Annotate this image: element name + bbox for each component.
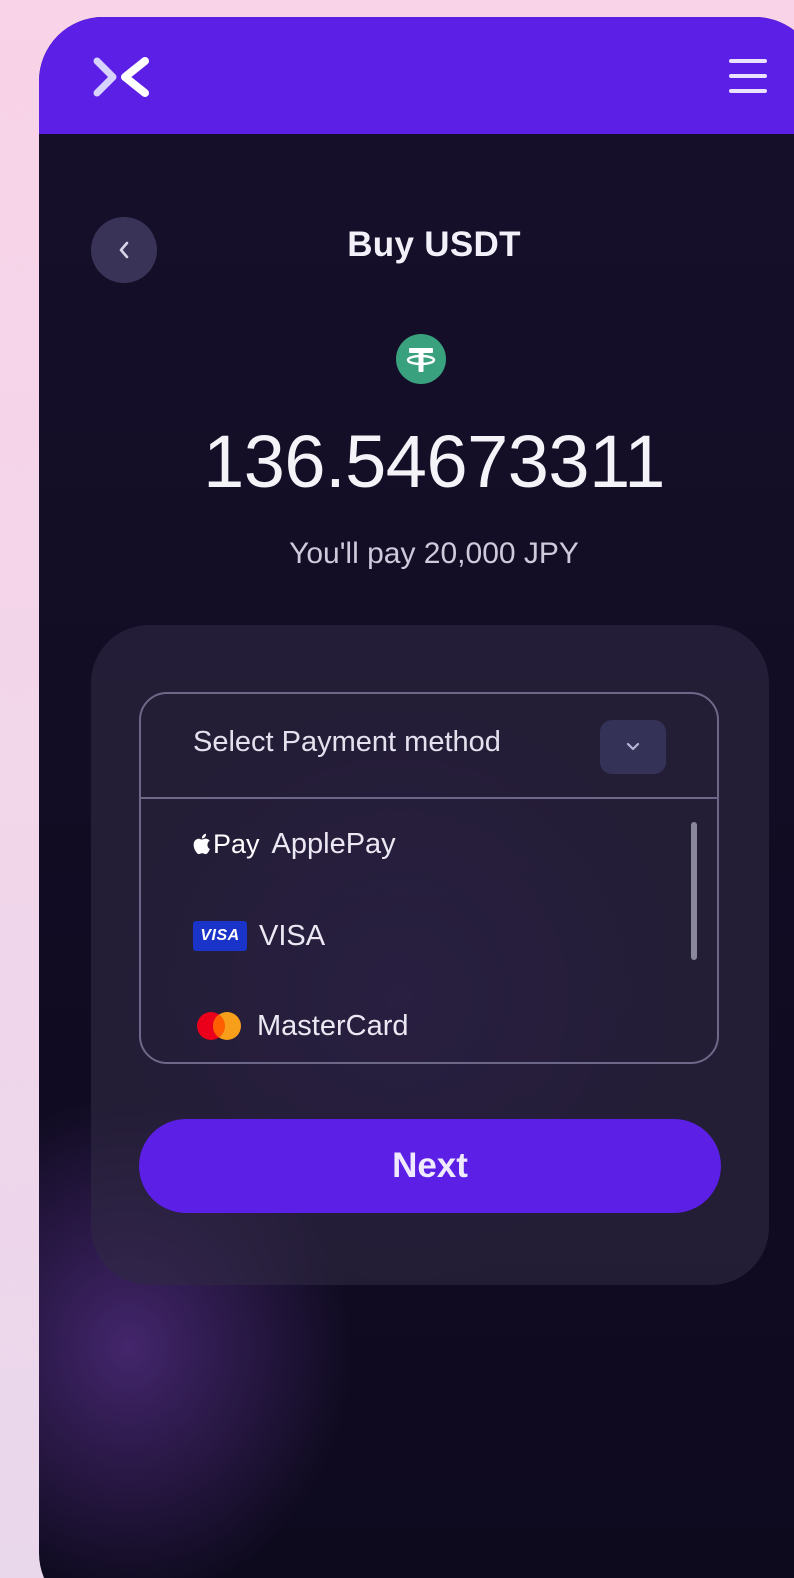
pay-amount-note: You'll pay 20,000 JPY <box>289 537 579 570</box>
x-logo-icon[interactable] <box>91 55 151 99</box>
visa-icon: VISA <box>193 921 247 951</box>
hamburger-menu-icon[interactable] <box>729 59 767 95</box>
option-label: VISA <box>259 919 326 952</box>
apple-logo-icon <box>193 833 210 855</box>
menu-line <box>729 74 767 78</box>
mastercard-icon <box>197 1012 241 1040</box>
option-label: ApplePay <box>271 827 396 860</box>
tether-icon <box>396 334 446 384</box>
payment-method-dropdown[interactable]: Select Payment method Pay ApplePay VISA … <box>139 692 719 1064</box>
payment-method-select[interactable]: Select Payment method <box>141 694 717 799</box>
menu-line <box>729 89 767 93</box>
option-mastercard[interactable]: MasterCard <box>193 1004 409 1048</box>
dropdown-scrollbar[interactable] <box>691 822 697 960</box>
page-title: Buy USDT <box>347 225 521 264</box>
menu-line <box>729 59 767 63</box>
option-visa[interactable]: VISA VISA <box>193 914 325 958</box>
apple-pay-mark-text: Pay <box>213 828 260 859</box>
option-applepay[interactable]: Pay ApplePay <box>193 822 396 866</box>
apple-pay-icon: Pay <box>193 829 260 860</box>
top-bar <box>39 17 794 134</box>
usdt-amount: 136.54673311 <box>203 420 665 503</box>
chevron-down-icon <box>626 742 640 751</box>
payment-method-placeholder: Select Payment method <box>193 726 501 758</box>
dropdown-toggle[interactable] <box>600 720 666 774</box>
next-button[interactable]: Next <box>139 1119 721 1213</box>
app-screen: Buy USDT 136.54673311 You'll pay 20,000 … <box>39 17 794 1578</box>
option-label: MasterCard <box>257 1009 409 1042</box>
